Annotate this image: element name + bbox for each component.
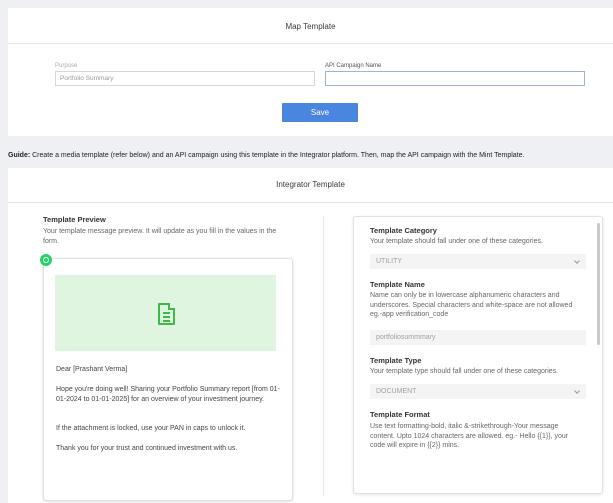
whatsapp-icon (40, 254, 52, 266)
divider (8, 43, 613, 44)
name-value: portfoliosummmary (376, 334, 436, 341)
guide-text: Guide: Create a media template (refer be… (8, 152, 524, 159)
type-select[interactable]: DOCUMENT (370, 384, 586, 399)
format-title: Template Format (370, 410, 430, 419)
category-value: UTILITY (376, 258, 403, 265)
api-campaign-input[interactable] (325, 71, 585, 86)
category-select[interactable]: UTILITY (370, 254, 586, 269)
name-title: Template Name (370, 280, 425, 289)
category-title: Template Category (370, 226, 437, 235)
chevron-down-icon (574, 258, 580, 264)
media-header (55, 275, 276, 351)
category-desc: Your template should fall under one of t… (370, 238, 543, 245)
message-line: Dear [Prashant Verma] (56, 366, 128, 373)
name-input[interactable]: portfoliosummmary (370, 330, 586, 345)
guide-body: Create a media template (refer below) an… (30, 152, 525, 159)
type-title: Template Type (370, 356, 422, 365)
format-desc: Use text formatting-bold, italic &-strik… (370, 423, 569, 449)
scrollbar[interactable] (597, 223, 600, 345)
purpose-label: Purpose (55, 63, 78, 69)
map-template-card: Map Template Purpose Portfolio Summary A… (8, 8, 613, 136)
map-template-title: Map Template (285, 22, 336, 31)
column-separator (323, 216, 324, 496)
save-button[interactable]: Save (282, 103, 358, 122)
integrator-template-card: Integrator Template Template Preview You… (8, 168, 613, 503)
type-desc: Your template type should fall under one… (370, 368, 559, 375)
integrator-template-title: Integrator Template (276, 180, 345, 189)
purpose-field[interactable]: Portfolio Summary (55, 71, 315, 86)
message-line: Thank you for your trust and continued i… (56, 445, 238, 452)
type-value: DOCUMENT (376, 388, 417, 395)
api-campaign-label: API Campaign Name (325, 63, 382, 69)
chevron-down-icon (574, 388, 580, 394)
document-icon (158, 303, 175, 325)
message-line: Hope you're doing well! Sharing your Por… (56, 386, 280, 403)
preview-title: Template Preview (43, 215, 106, 224)
name-desc: Name can only be in lowercase alphanumer… (370, 292, 573, 318)
message-preview: Dear [Prashant Verma] Hope you're doing … (43, 258, 293, 501)
message-line: If the attachment is locked, use your PA… (56, 425, 246, 432)
template-form-panel[interactable]: Template Category Your template should f… (353, 216, 603, 494)
preview-subtitle: Your template message preview. It will u… (43, 228, 277, 245)
divider (8, 202, 613, 203)
guide-prefix: Guide: (8, 152, 31, 159)
